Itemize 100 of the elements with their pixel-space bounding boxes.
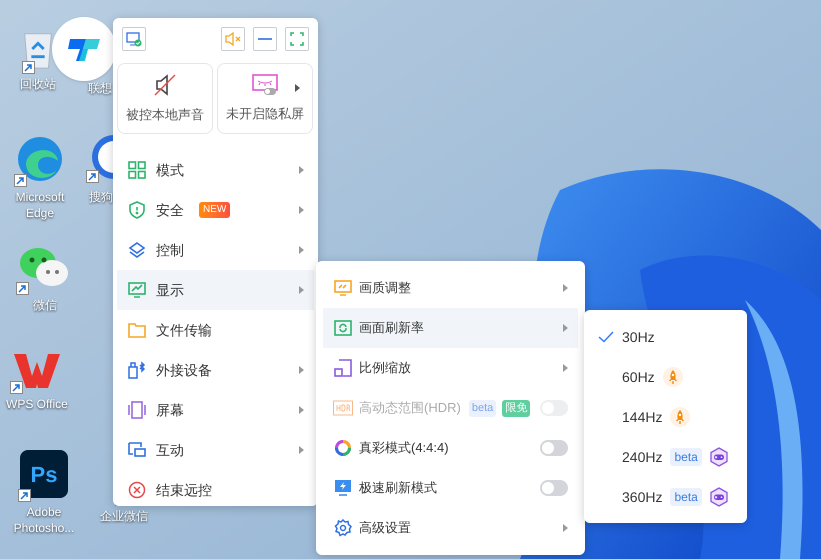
- minimize-icon: [258, 38, 272, 40]
- screens-icon: [127, 401, 147, 419]
- beta-badge: beta: [670, 448, 702, 466]
- shortcut-arrow-icon: [10, 381, 23, 394]
- monitor-icon: [333, 279, 353, 297]
- new-badge: NEW: [199, 202, 230, 218]
- menu-item[interactable]: 安全 NEW: [117, 190, 314, 230]
- gamepad-icon: [710, 487, 728, 507]
- menu-item[interactable]: 极速刷新模式: [323, 468, 578, 508]
- refresh-rate-option[interactable]: 240Hz beta: [584, 437, 747, 477]
- refresh-rate-label: 240Hz: [622, 448, 662, 466]
- caret-icon: [563, 524, 568, 532]
- menu-item[interactable]: 高级设置: [323, 508, 578, 548]
- menu-item[interactable]: 屏幕: [117, 390, 314, 430]
- menu-item-label: 画质调整: [359, 279, 411, 298]
- caret-icon: [295, 84, 300, 92]
- menu-item-label: 高动态范围(HDR): [359, 399, 461, 418]
- mute-button[interactable]: [221, 27, 245, 51]
- menu-item-label: 互动: [156, 440, 184, 460]
- refresh-rate-option[interactable]: 30Hz: [584, 317, 747, 357]
- monitor-bolt-icon: [333, 479, 353, 497]
- menu-item[interactable]: 比例缩放: [323, 348, 578, 388]
- menu-item[interactable]: 画面刷新率: [323, 308, 578, 348]
- rocket-icon: [670, 407, 690, 427]
- menu-item[interactable]: 结束远控: [117, 470, 314, 510]
- menu-item[interactable]: 控制: [117, 230, 314, 270]
- browser-icon[interactable]: [16, 135, 64, 183]
- menu-item-label: 极速刷新模式: [359, 479, 437, 498]
- beta-badge: beta: [468, 400, 496, 416]
- caret-icon: [299, 286, 304, 294]
- refresh-rate-option[interactable]: 360Hz beta: [584, 477, 747, 517]
- shortcut-arrow-icon: [14, 174, 27, 187]
- menu-item[interactable]: 真彩模式(4:4:4): [323, 428, 578, 468]
- beta-badge: beta: [670, 488, 702, 506]
- toggle-switch[interactable]: [540, 480, 568, 496]
- menu-item[interactable]: 互动: [117, 430, 314, 470]
- menu-item[interactable]: 模式: [117, 150, 314, 190]
- photo-editor-icon[interactable]: Ps: [20, 450, 68, 498]
- privacy-screen-icon: [252, 74, 278, 96]
- check-icon: [598, 331, 614, 343]
- shortcut-arrow-icon: [22, 61, 35, 74]
- caret-icon: [299, 246, 304, 254]
- refresh-rate-label: 360Hz: [622, 488, 662, 506]
- menu-item-label: 文件传输: [156, 320, 212, 340]
- fullscreen-button[interactable]: [285, 27, 309, 51]
- quick-action-button[interactable]: 被控本地声音: [117, 63, 213, 134]
- monitor-check-button[interactable]: [122, 27, 146, 51]
- speaker-muted-icon: [224, 31, 242, 47]
- menu-item-label: 画面刷新率: [359, 319, 424, 338]
- menu-item-label: 真彩模式(4:4:4): [359, 439, 449, 458]
- menu-item-label: 显示: [156, 280, 184, 300]
- folder-icon: [127, 321, 147, 339]
- color-ring-icon: [333, 439, 353, 457]
- menu-item-label: 外接设备: [156, 360, 212, 380]
- menu-item[interactable]: 文件传输: [117, 310, 314, 350]
- shortcut-arrow-icon: [18, 489, 31, 502]
- menu-item-label: 高级设置: [359, 519, 411, 538]
- refresh-rate-label: 60Hz: [622, 368, 655, 386]
- refresh-rate-option[interactable]: 144Hz: [584, 397, 747, 437]
- caret-icon: [299, 406, 304, 414]
- menu-item[interactable]: 显示: [117, 270, 314, 310]
- menu-item-label: 控制: [156, 240, 184, 260]
- caret-icon: [299, 446, 304, 454]
- hdr-icon: [333, 400, 353, 416]
- close-icon: [127, 481, 147, 499]
- toggle-switch[interactable]: [540, 440, 568, 456]
- settings-icon: [333, 519, 353, 537]
- monitor-chart-icon: [127, 281, 147, 299]
- shortcut-arrow-icon: [16, 282, 29, 295]
- menu-item-label: 结束远控: [156, 480, 212, 500]
- resize-icon: [333, 359, 353, 377]
- caret-icon: [563, 364, 568, 372]
- rocket-icon: [662, 367, 683, 387]
- refresh-screen-icon: [333, 319, 353, 337]
- fullscreen-icon: [290, 32, 304, 46]
- refresh-rate-label: 144Hz: [622, 408, 662, 426]
- device-bluetooth-icon: [127, 361, 147, 379]
- refresh-rate-label: 30Hz: [622, 328, 655, 346]
- free-badge: 限免: [502, 400, 530, 416]
- menu-item-label: 比例缩放: [359, 359, 411, 378]
- caret-icon: [563, 324, 568, 332]
- minimize-button[interactable]: [253, 27, 277, 51]
- caret-icon: [563, 284, 568, 292]
- chat-windows-icon: [127, 441, 147, 459]
- caret-icon: [299, 366, 304, 374]
- menu-item-label: 屏幕: [156, 400, 184, 420]
- speaker-muted-icon: [153, 72, 177, 97]
- grid-icon: [127, 161, 147, 179]
- monitor-check-icon: [126, 31, 142, 47]
- shortcut-arrow-icon: [86, 170, 99, 183]
- gamepad-icon: [710, 447, 728, 467]
- caret-icon: [299, 166, 304, 174]
- shield-icon: [127, 201, 147, 219]
- menu-item-label: 安全: [156, 200, 184, 220]
- layers-icon: [127, 241, 147, 259]
- refresh-rate-option[interactable]: 60Hz: [584, 357, 747, 397]
- menu-item[interactable]: 画质调整: [323, 268, 578, 308]
- quick-action-button[interactable]: 未开启隐私屏: [217, 63, 313, 134]
- menu-item[interactable]: 外接设备: [117, 350, 314, 390]
- caret-icon: [299, 206, 304, 214]
